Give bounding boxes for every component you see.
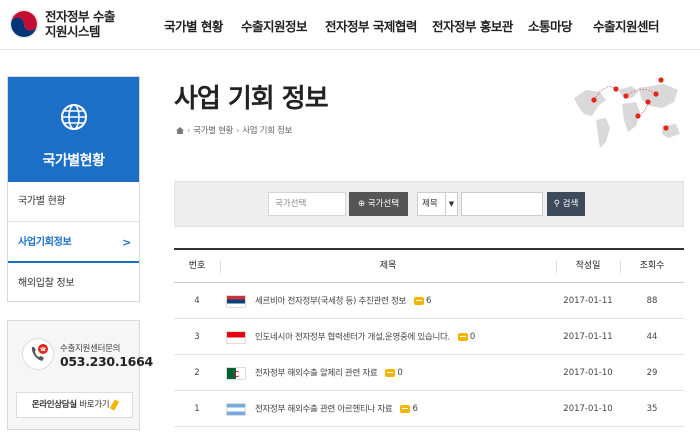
sidebar-item-label: 국가별 현황 — [18, 196, 66, 207]
contact-box: ☎ 수출지원센터문의 053.230.1664 온라인상담실 바로가기 — [7, 320, 153, 430]
row-title-text: 전자정부 해외수출 관련 아르헨티나 자료 — [255, 404, 393, 415]
country-input[interactable]: 국가선택 — [268, 192, 346, 216]
nav-communication[interactable]: 소통마당 — [528, 16, 573, 35]
search-type-select[interactable]: 제목 ▼ — [417, 192, 458, 216]
svg-text:☎: ☎ — [40, 347, 46, 353]
table-row[interactable]: 2 전자정부 해외수출 알제리 관련 자료 0 2017-01-10 29 — [174, 355, 684, 391]
consult-label-rest: 바로가기 — [76, 400, 110, 410]
online-consult-button[interactable]: 온라인상담실 바로가기 — [16, 392, 133, 418]
header-views: 조회수 — [639, 261, 665, 271]
sidebar-header: 국가별현황 — [8, 77, 139, 182]
search-icon: ⚲ — [553, 199, 560, 209]
consult-label-bold: 온라인상담실 — [31, 400, 77, 410]
sidebar-item-country-status[interactable]: 국가별 현황 — [8, 182, 139, 222]
row-title-text: 세르비아 전자정부(국세청 등) 추진관련 정보 — [255, 296, 407, 307]
breadcrumb-item[interactable]: 국가별 현황 — [193, 126, 233, 136]
table-row[interactable]: 4 세르비아 전자정부(국세청 등) 추진관련 정보 6 2017-01-11 8… — [174, 283, 684, 319]
nav-export-support-info[interactable]: 수출지원정보 — [241, 16, 308, 35]
keyword-input[interactable] — [461, 192, 543, 216]
site-logo[interactable]: 전자정부 수출 지원시스템 — [8, 6, 118, 44]
header-no: 번호 — [188, 261, 206, 271]
breadcrumb-current: 사업 기회 정보 — [242, 126, 293, 136]
site-header: 전자정부 수출 지원시스템 국가별 현황 수출지원정보 전자정부 국제협력 전자… — [0, 0, 700, 50]
nav-egov-cooperation[interactable]: 전자정부 국제협력 — [325, 16, 417, 35]
row-views: 29 — [646, 368, 658, 378]
chevron-right-icon: > — [122, 236, 131, 249]
comment-count: 6 — [414, 283, 431, 319]
logo-text: 전자정부 수출 지원시스템 — [45, 9, 115, 39]
phone-icon: ☎ — [22, 338, 54, 370]
comment-count: 6 — [400, 391, 418, 427]
row-no: 4 — [194, 296, 200, 306]
sidebar-item-label: 사업기회정보 — [18, 237, 72, 248]
comment-count: 0 — [385, 355, 403, 391]
row-date: 2017-01-11 — [563, 332, 613, 342]
home-icon[interactable] — [176, 127, 184, 134]
sidebar-menu: 국가별현황 국가별 현황 사업기회정보 > 해외입찰 정보 — [7, 76, 140, 302]
row-title-text: 전자정부 해외수출 알제리 관련 자료 — [255, 368, 378, 379]
globe-icon — [61, 104, 87, 130]
row-title-link[interactable]: 전자정부 해외수출 관련 아르헨티나 자료 6 — [226, 391, 418, 427]
row-no: 3 — [194, 332, 200, 342]
contact-phone-number: 053.230.1664 — [60, 354, 153, 369]
comment-icon — [400, 404, 411, 413]
row-date: 2017-01-11 — [563, 296, 613, 306]
row-views: 35 — [646, 404, 658, 414]
row-title-link[interactable]: 인도네시아 전자정부 협력센터가 개설,운영중에 있습니다. 0 — [226, 319, 475, 355]
nav-egov-promotion[interactable]: 전자정부 홍보관 — [432, 16, 513, 35]
row-date: 2017-01-10 — [563, 368, 613, 378]
row-title-link[interactable]: 세르비아 전자정부(국세청 등) 추진관련 정보 6 — [226, 283, 431, 319]
row-views: 88 — [646, 296, 658, 306]
row-date: 2017-01-10 — [563, 404, 613, 414]
comment-icon — [385, 368, 396, 377]
algeria-flag-icon — [226, 366, 246, 380]
search-button[interactable]: ⚲ 검색 — [547, 192, 585, 216]
globe-small-icon: ⊕ — [357, 199, 366, 209]
breadcrumb: › 국가별 현황 › 사업 기회 정보 — [176, 124, 292, 136]
row-views: 44 — [646, 332, 658, 342]
sidebar-title: 국가별현황 — [42, 153, 105, 169]
row-title-link[interactable]: 전자정부 해외수출 알제리 관련 자료 0 — [226, 355, 403, 391]
header-date: 작성일 — [575, 261, 601, 271]
page-title: 사업 기회 정보 — [174, 84, 329, 114]
row-no: 1 — [194, 404, 200, 414]
logo-text-line2: 지원시스템 — [45, 24, 101, 39]
serbia-flag-icon — [226, 294, 246, 308]
pencil-icon — [110, 398, 120, 411]
country-select-label: 국가선택 — [367, 199, 400, 209]
contact-label: 수출지원센터문의 — [60, 344, 121, 354]
row-no: 2 — [194, 368, 200, 378]
table-header: 번호 제목 작성일 조회수 — [174, 248, 684, 283]
indonesia-flag-icon — [226, 330, 246, 344]
search-bar: 국가선택 ⊕ 국가선택 제목 ▼ ⚲ 검색 — [174, 181, 684, 227]
chevron-down-icon: ▼ — [445, 193, 457, 215]
table-row[interactable]: 1 전자정부 해외수출 관련 아르헨티나 자료 6 2017-01-10 35 — [174, 391, 684, 427]
nav-country-status[interactable]: 국가별 현황 — [164, 16, 223, 35]
taegeuk-logo-icon — [9, 9, 39, 39]
sidebar-item-business-opportunity[interactable]: 사업기회정보 > — [8, 223, 139, 263]
comment-icon — [414, 296, 425, 305]
row-title-text: 인도네시아 전자정부 협력센터가 개설,운영중에 있습니다. — [255, 332, 450, 343]
comment-count: 0 — [457, 319, 475, 355]
world-map-illustration — [574, 77, 680, 148]
logo-text-line1: 전자정부 수출 — [45, 9, 115, 24]
argentina-flag-icon — [226, 402, 246, 416]
header-title: 제목 — [379, 261, 397, 271]
nav-export-support-center[interactable]: 수출지원센터 — [593, 16, 660, 35]
search-button-label: 검색 — [562, 199, 579, 209]
sidebar-item-overseas-bid[interactable]: 해외입찰 정보 — [8, 264, 139, 304]
table-row[interactable]: 3 인도네시아 전자정부 협력센터가 개설,운영중에 있습니다. 0 2017-0… — [174, 319, 684, 355]
search-type-value: 제목 — [422, 199, 438, 209]
comment-icon — [457, 332, 468, 341]
sidebar-item-label: 해외입찰 정보 — [18, 278, 75, 289]
country-select-button[interactable]: ⊕ 국가선택 — [349, 192, 408, 216]
